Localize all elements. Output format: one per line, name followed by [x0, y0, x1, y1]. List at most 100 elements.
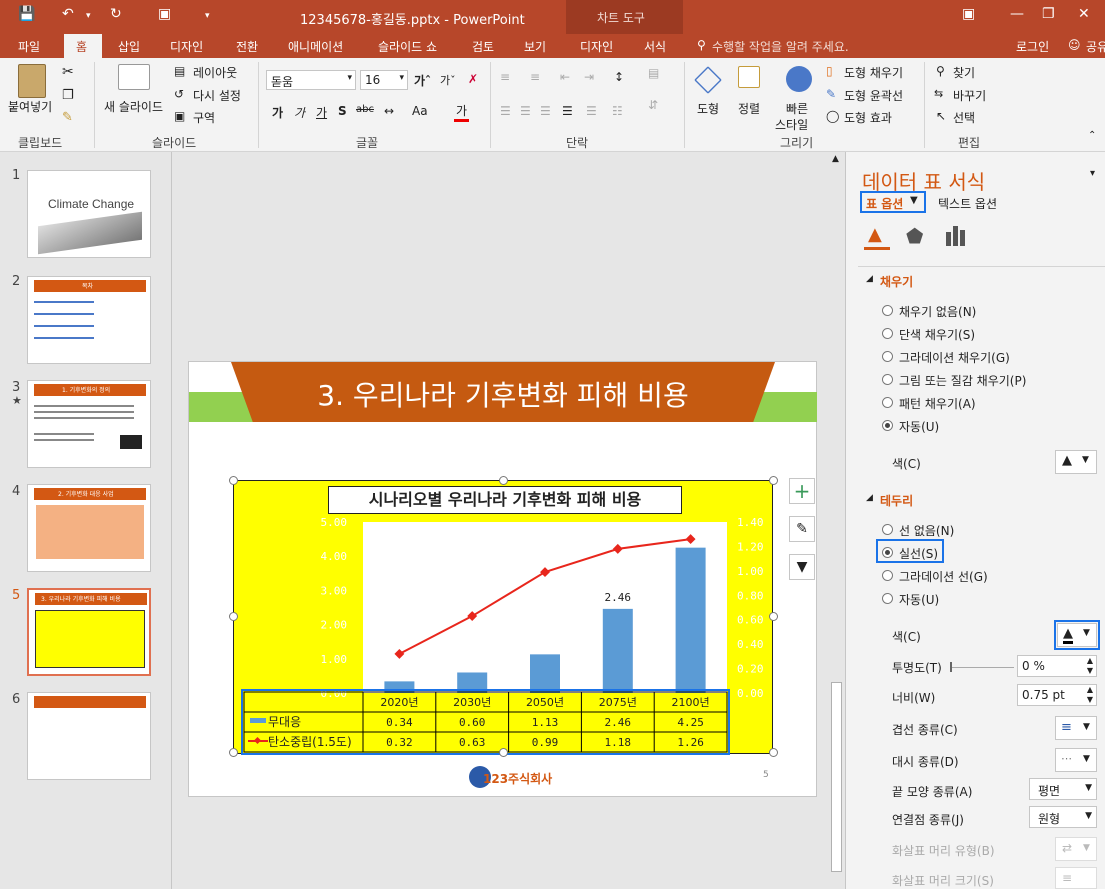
radio-picture-fill[interactable]: [882, 374, 893, 385]
numbering-icon[interactable]: ≡: [530, 70, 540, 84]
radio-gradient-fill[interactable]: [882, 351, 893, 362]
slide-title[interactable]: 3. 우리나라 기후변화 피해 비용: [231, 374, 775, 414]
label-auto-fill[interactable]: 자동(U): [899, 418, 939, 435]
chart-plot[interactable]: 0.00 1.00 2.00 3.00 4.00 5.00 0.00 0.20 0.40 0.60…: [234, 481, 774, 755]
label-no-fill[interactable]: 채우기 없음(N): [899, 303, 976, 320]
chart-area[interactable]: 시나리오별 우리나라 기후변화 피해 비용 0.00 1.00 2.00 3.00 4.…: [233, 480, 774, 755]
copy-icon[interactable]: ❐: [62, 88, 74, 103]
label-no-line[interactable]: 선 없음(N): [899, 522, 954, 539]
join-type-select[interactable]: 원형 ▼: [1029, 806, 1097, 828]
shape-fill-icon[interactable]: ▯: [826, 64, 833, 78]
line-spacing-icon[interactable]: ↕: [614, 70, 624, 84]
label-auto-line[interactable]: 자동(U): [899, 591, 939, 608]
cut-icon[interactable]: ✂: [62, 64, 74, 80]
tab-design[interactable]: 디자인: [170, 38, 203, 55]
layout-icon[interactable]: ▤: [174, 64, 185, 78]
customize-toolbar-icon[interactable]: ▾: [205, 11, 210, 21]
label-solid-fill[interactable]: 단색 채우기(S): [899, 326, 975, 343]
tab-review[interactable]: 검토: [472, 38, 494, 55]
decrease-indent-icon[interactable]: ⇤: [560, 70, 570, 84]
tab-animations[interactable]: 애니메이션: [288, 38, 343, 55]
shapes-icon[interactable]: [694, 66, 722, 94]
radio-pattern-fill[interactable]: [882, 397, 893, 408]
shape-outline-icon[interactable]: ✎: [826, 87, 836, 101]
tab-home[interactable]: 홈: [76, 38, 87, 55]
minimize-icon[interactable]: —: [1010, 6, 1024, 22]
tell-me-box[interactable]: 수행할 작업을 알려 주세요.: [712, 38, 849, 55]
section-icon[interactable]: ▣: [174, 109, 185, 123]
columns-icon[interactable]: ▤: [648, 66, 659, 80]
spin-up-icon[interactable]: ▲: [1087, 685, 1093, 694]
fill-line-tab[interactable]: ▲: [864, 224, 890, 250]
quick-styles-label-1[interactable]: 빠른: [786, 100, 808, 117]
collapse-fill-icon[interactable]: ◢: [866, 274, 873, 284]
radio-solid-fill[interactable]: [882, 328, 893, 339]
paste-icon[interactable]: [18, 64, 46, 98]
slide-thumb-5[interactable]: 3. 우리나라 기후변화 피해 비용: [27, 588, 151, 676]
chart-elements-button[interactable]: +: [789, 478, 815, 504]
shape-fill-button[interactable]: 도형 채우기: [844, 64, 903, 81]
resize-handle[interactable]: [499, 476, 508, 485]
arrow-size-select[interactable]: ≡: [1055, 867, 1097, 889]
align-center-icon[interactable]: ☰: [520, 104, 531, 118]
new-slide-icon[interactable]: [118, 64, 150, 90]
new-slide-button[interactable]: 새 슬라이드: [104, 98, 163, 115]
ribbon-display-icon[interactable]: ▣: [962, 6, 975, 22]
shape-outline-button[interactable]: 도형 윤곽선: [844, 87, 903, 104]
label-picture-fill[interactable]: 그림 또는 질감 채우기(P): [899, 372, 1026, 389]
collapse-border-icon[interactable]: ◢: [866, 493, 873, 503]
transparency-spinner[interactable]: 0 % ▲ ▼: [1017, 655, 1097, 677]
arrange-button[interactable]: 정렬: [738, 100, 760, 117]
resize-handle[interactable]: [229, 612, 238, 621]
resize-handle[interactable]: [769, 612, 778, 621]
login-link[interactable]: 로그인: [1016, 38, 1049, 55]
start-from-beginning-icon[interactable]: ▣: [158, 6, 171, 22]
slide-canvas[interactable]: 3. 우리나라 기후변화 피해 비용 시나리오별 우리나라 기후변화 피해 비용…: [188, 361, 817, 797]
change-case-icon[interactable]: Aa: [412, 104, 428, 118]
fill-color-picker[interactable]: ▲ ▼: [1055, 450, 1097, 474]
radio-no-fill[interactable]: [882, 305, 893, 316]
layout-button[interactable]: 레이아웃: [193, 64, 237, 81]
tab-chart-design[interactable]: 디자인: [580, 38, 613, 55]
radio-no-line[interactable]: [882, 524, 893, 535]
increase-indent-icon[interactable]: ⇥: [584, 70, 594, 84]
slide-thumb-3[interactable]: 1. 기후변화의 정의: [27, 380, 151, 468]
slide-thumb-1[interactable]: Climate Change: [27, 170, 151, 258]
char-spacing-icon[interactable]: ↔: [384, 104, 394, 118]
label-pattern-fill[interactable]: 패턴 채우기(A): [899, 395, 976, 412]
paste-button[interactable]: 붙여넣기: [8, 98, 52, 115]
distribute-icon[interactable]: ☰: [586, 104, 597, 118]
reset-icon[interactable]: ↺: [174, 87, 184, 101]
select-icon[interactable]: ↖: [936, 109, 946, 123]
quick-styles-icon[interactable]: [786, 66, 812, 92]
spin-up-icon[interactable]: ▲: [1087, 656, 1093, 665]
select-button[interactable]: 선택: [953, 109, 975, 126]
scroll-up-icon[interactable]: ▲: [832, 154, 839, 164]
compound-type-select[interactable]: ≡ ▼: [1055, 716, 1097, 740]
italic-icon[interactable]: 가: [294, 104, 305, 121]
radio-auto-line[interactable]: [882, 593, 893, 604]
tab-transitions[interactable]: 전환: [236, 38, 258, 55]
bold-icon[interactable]: 가: [272, 104, 283, 121]
resize-handle[interactable]: [499, 748, 508, 757]
transparency-slider-track[interactable]: [952, 667, 1014, 668]
label-gradient-line[interactable]: 그라데이션 선(G): [899, 568, 988, 585]
spin-down-icon[interactable]: ▼: [1087, 695, 1093, 704]
tab-file[interactable]: 파일: [18, 38, 40, 55]
slide-thumb-4[interactable]: 2. 기후변화 대응 사업: [27, 484, 151, 572]
slide-thumb-2[interactable]: 목차: [27, 276, 151, 364]
bullets-icon[interactable]: ≡: [500, 70, 510, 84]
align-right-icon[interactable]: ☰: [540, 104, 551, 118]
redo-icon[interactable]: ↻: [110, 6, 122, 22]
find-icon[interactable]: ⚲: [936, 64, 945, 78]
dash-type-select[interactable]: ⋯ ▼: [1055, 748, 1097, 772]
tab-insert[interactable]: 삽입: [118, 38, 140, 55]
grow-font-icon[interactable]: 가ˆ: [414, 72, 431, 89]
save-icon[interactable]: 💾: [18, 6, 35, 22]
radio-auto-fill[interactable]: [882, 420, 893, 431]
strikethrough-icon[interactable]: abc: [356, 104, 374, 115]
justify-icon[interactable]: ☰: [562, 104, 573, 118]
text-shadow-icon[interactable]: S: [338, 104, 347, 118]
columns-layout-icon[interactable]: ☷: [612, 104, 623, 118]
clear-format-icon[interactable]: ✗: [468, 72, 478, 86]
